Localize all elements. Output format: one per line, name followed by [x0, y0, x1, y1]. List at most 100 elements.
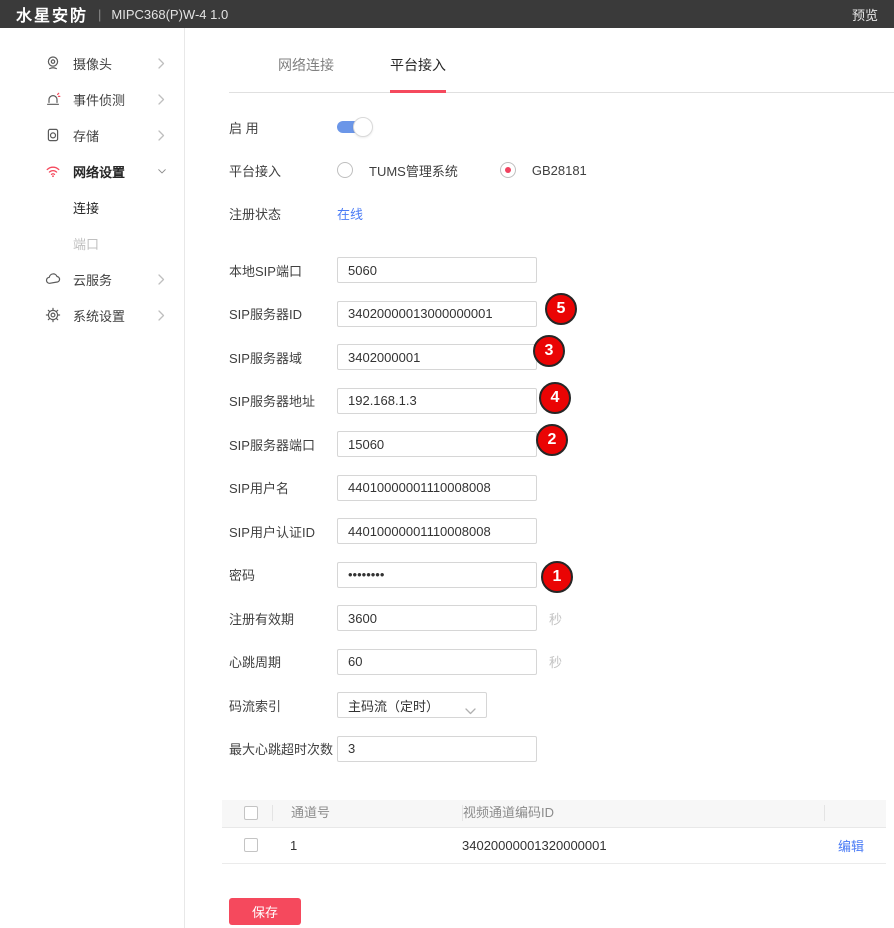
- field-input[interactable]: [337, 518, 537, 544]
- form-row: SIP用户认证ID: [229, 518, 894, 544]
- tab[interactable]: 网络连接: [278, 55, 334, 92]
- sidebar-item[interactable]: 系统设置: [0, 297, 184, 333]
- tab-bar: 网络连接 平台接入: [229, 28, 894, 93]
- brand-logo: 水星安防: [16, 2, 88, 26]
- field-label: SIP服务器地址: [229, 391, 337, 410]
- enable-toggle[interactable]: [337, 117, 375, 137]
- radio-icon: [337, 162, 353, 178]
- select-all-checkbox[interactable]: [244, 806, 258, 820]
- chevron-down-icon: [158, 165, 166, 177]
- select-all-cell: [222, 806, 272, 820]
- row-checkbox[interactable]: [244, 838, 258, 852]
- sidebar-subitem[interactable]: 端口: [0, 225, 184, 261]
- channel-cell: 1: [272, 838, 462, 853]
- radio-icon: [500, 162, 516, 178]
- field-input[interactable]: [337, 736, 537, 762]
- field-input[interactable]: [337, 605, 537, 631]
- enable-label: 启 用: [229, 118, 337, 137]
- annotation-badge: 4: [539, 382, 571, 414]
- field-label: SIP服务器端口: [229, 435, 337, 454]
- form-row: SIP服务器ID5: [229, 301, 894, 327]
- sidebar-item[interactable]: 事件侦测: [0, 81, 184, 117]
- camera-icon: [45, 55, 61, 71]
- form-row: 本地SIP端口: [229, 257, 894, 283]
- sidebar-item[interactable]: 网络设置: [0, 153, 184, 189]
- field-input[interactable]: [337, 257, 537, 283]
- field-label: SIP用户名: [229, 478, 337, 497]
- sidebar-item[interactable]: 云服务: [0, 261, 184, 297]
- form-fields: 本地SIP端口 SIP服务器ID5 SIP服务器域 3 SIP服务器地址 4 SIP服务器端…: [229, 257, 894, 762]
- form-row: 心跳周期 秒: [229, 649, 894, 675]
- column-header-encode-id: 视频通道编码ID: [462, 805, 824, 821]
- sidebar-subitem[interactable]: 连接: [0, 189, 184, 225]
- sidebar-item-label: 云服务: [73, 270, 158, 289]
- sidebar-item-label: 系统设置: [73, 306, 158, 325]
- unit-suffix: 秒: [549, 609, 562, 628]
- encode-id-cell: 34020000001320000001: [462, 838, 824, 853]
- field-input[interactable]: [337, 475, 537, 501]
- field-input[interactable]: [337, 431, 537, 457]
- chevron-right-icon: [158, 57, 166, 69]
- row-check-cell: [222, 838, 272, 852]
- sidebar-item[interactable]: 摄像头: [0, 45, 184, 81]
- field-label: 注册有效期: [229, 609, 337, 628]
- table-header-row: 通道号视频通道编码ID: [222, 800, 886, 828]
- sidebar-item[interactable]: 存储: [0, 117, 184, 153]
- annotation-badge: 3: [533, 335, 565, 367]
- sidebar-item-label: 网络设置: [73, 162, 158, 181]
- annotation-badge: 1: [541, 561, 573, 593]
- logo-divider: |: [98, 7, 101, 22]
- field-label: 本地SIP端口: [229, 261, 337, 280]
- form-row: 注册有效期 秒: [229, 605, 894, 631]
- chevron-down-icon: [465, 703, 476, 718]
- form-row: 最大心跳超时次数: [229, 736, 894, 762]
- platform-label: 平台接入: [229, 161, 337, 180]
- field-label: 心跳周期: [229, 652, 337, 671]
- field-input[interactable]: [337, 562, 537, 588]
- sidebar-menu: 摄像头事件侦测存储网络设置连接端口云服务系统设置: [0, 45, 184, 333]
- status-label: 注册状态: [229, 204, 337, 223]
- action-cell: 编辑: [824, 836, 886, 855]
- chevron-right-icon: [158, 273, 166, 285]
- edit-link[interactable]: 编辑: [838, 839, 864, 854]
- chevron-right-icon: [158, 129, 166, 141]
- chevron-right-icon: [158, 93, 166, 105]
- preview-link[interactable]: 预览: [852, 5, 878, 24]
- status-row: 注册状态 在线: [229, 200, 894, 226]
- select-value: 主码流（定时）: [348, 696, 439, 715]
- stream-index-select[interactable]: 主码流（定时）: [337, 692, 487, 718]
- column-header-action: [824, 805, 886, 821]
- save-button[interactable]: 保存: [229, 898, 301, 925]
- sidebar-item-label: 摄像头: [73, 54, 158, 73]
- status-value: 在线: [337, 204, 363, 223]
- alarm-icon: [45, 91, 61, 107]
- field-input[interactable]: [337, 344, 537, 370]
- device-model: MIPC368(P)W-4 1.0: [111, 7, 228, 22]
- field-input[interactable]: [337, 301, 537, 327]
- toggle-knob: [353, 117, 373, 137]
- field-label: SIP服务器ID: [229, 304, 337, 323]
- table-row: 134020000001320000001 编辑: [222, 828, 886, 864]
- radio-label: GB28181: [532, 163, 587, 178]
- field-label: 密码: [229, 565, 337, 584]
- form-row: SIP服务器端口2: [229, 431, 894, 457]
- field-label: SIP用户认证ID: [229, 522, 337, 541]
- enable-row: 启 用: [229, 114, 894, 140]
- tab[interactable]: 平台接入: [390, 55, 446, 92]
- field-input[interactable]: [337, 388, 537, 414]
- radio-option[interactable]: TUMS管理系统: [337, 161, 458, 180]
- field-input[interactable]: [337, 649, 537, 675]
- field-label: 最大心跳超时次数: [229, 739, 337, 758]
- unit-suffix: 秒: [549, 652, 562, 671]
- gear-icon: [45, 307, 61, 323]
- storage-icon: [45, 127, 61, 143]
- radio-option[interactable]: GB28181: [500, 162, 587, 178]
- table-body: 134020000001320000001 编辑: [222, 828, 886, 864]
- field-label: SIP服务器域: [229, 348, 337, 367]
- sidebar: 摄像头事件侦测存储网络设置连接端口云服务系统设置: [0, 28, 185, 928]
- field-label: 码流索引: [229, 696, 337, 715]
- channel-table: 通道号视频通道编码ID 134020000001320000001 编辑: [222, 800, 886, 864]
- form-row: 码流索引主码流（定时）: [229, 692, 894, 718]
- main-panel: 网络连接平台接入 启 用 平台接入 TUMS管理系统GB28181 注册状态 在…: [186, 28, 894, 928]
- form-content: 启 用 平台接入 TUMS管理系统 GB28181 注册状态 在线 本地SIP端口…: [186, 93, 894, 925]
